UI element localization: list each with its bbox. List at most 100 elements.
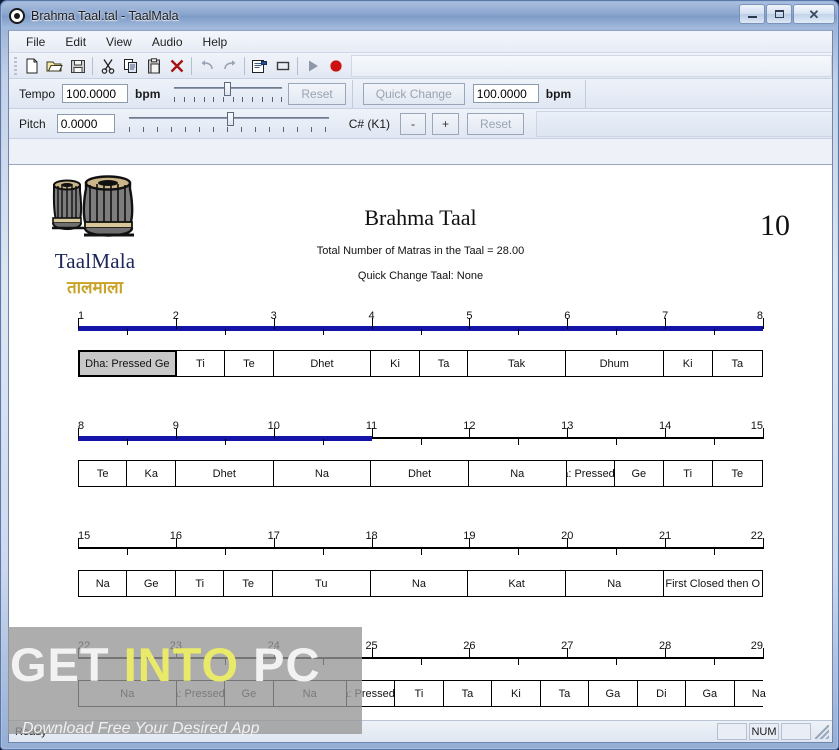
bol-cell[interactable]: Dhet (273, 351, 372, 376)
bol-cell-row: NaDha: Pressed GeGeNaDha: Pressed GeTiTa… (78, 680, 784, 707)
client-area: File Edit View Audio Help Tempo 100.0000… (8, 30, 833, 743)
matra-ruler: 15 16 17 18 19 20 21 22 (78, 530, 764, 562)
bol-cell[interactable]: Te (224, 571, 273, 596)
ruler-minor-tick (126, 329, 128, 335)
bol-cell[interactable]: Ta (443, 681, 493, 706)
bol-cell[interactable]: Na (273, 461, 372, 486)
delete-button[interactable] (165, 55, 188, 77)
bol-cell[interactable]: Ti (663, 461, 713, 486)
bol-cell[interactable]: First Closed then O (663, 571, 762, 596)
tempo-input[interactable] (62, 84, 129, 103)
bol-cell[interactable]: Na (565, 571, 664, 596)
bol-cell[interactable]: Dhet (371, 461, 469, 486)
status-pane-caps (717, 723, 747, 740)
bol-cell[interactable]: Na (79, 571, 128, 596)
undo-button[interactable] (195, 55, 218, 77)
bol-cell[interactable]: Dhum (565, 351, 664, 376)
bol-cell[interactable]: Dha: Pressed Ge (566, 461, 616, 486)
quick-change-button[interactable]: Quick Change (362, 82, 465, 105)
bol-cell[interactable]: Ta (540, 681, 590, 706)
bol-cell[interactable]: Ta (712, 351, 762, 376)
ruler-axis (78, 538, 764, 561)
status-message: Ready (15, 725, 47, 738)
pitch-decrement-button[interactable]: - (400, 112, 427, 135)
bol-cell[interactable]: Dha: Pressed Ge (346, 681, 396, 706)
bol-cell[interactable]: Ga (589, 681, 638, 706)
tempo-slider[interactable] (174, 81, 283, 107)
new-button[interactable] (20, 55, 43, 77)
bol-cell[interactable]: Dha: Pressed Ge (176, 681, 226, 706)
ruler-minor-tick (420, 659, 422, 665)
minimize-button[interactable] (739, 4, 765, 24)
bol-cell[interactable]: Ti (176, 351, 226, 376)
bol-cell[interactable]: Na (273, 681, 347, 706)
stop-button[interactable] (271, 55, 294, 77)
menu-item-file[interactable]: File (17, 33, 54, 51)
bol-cell[interactable]: Tak (468, 351, 566, 376)
bol-cell[interactable]: Ge (127, 571, 176, 596)
bol-cell-row: Na Ge Ti Te Tu Na Kat Na First Closed then O (78, 570, 763, 597)
copy-button[interactable] (119, 55, 142, 77)
menu-item-audio[interactable]: Audio (143, 33, 192, 51)
paste-button[interactable] (142, 55, 165, 77)
status-pane-num: NUM (749, 723, 779, 740)
bol-cell[interactable]: Di (637, 681, 687, 706)
redo-button[interactable] (218, 55, 241, 77)
bol-cell[interactable]: Ti (175, 571, 225, 596)
bol-cell[interactable]: Ki (492, 681, 541, 706)
bol-cell[interactable]: Ki (663, 351, 713, 376)
pitch-slider-thumb[interactable] (226, 111, 234, 126)
toolbar-grip[interactable] (14, 56, 17, 75)
pitch-increment-button[interactable]: + (432, 112, 460, 135)
ruler-major-tick (665, 648, 667, 659)
pitch-reset-button[interactable]: Reset (467, 112, 525, 135)
pitch-slider[interactable] (128, 111, 329, 137)
ruler-major-tick (371, 538, 373, 549)
save-icon (70, 59, 85, 73)
tempo-reset-button[interactable]: Reset (288, 82, 346, 105)
cut-button[interactable] (96, 55, 119, 77)
redo-icon (223, 59, 235, 69)
play-button[interactable] (301, 55, 324, 77)
bol-cell[interactable]: Ga (686, 681, 735, 706)
pitch-input[interactable] (56, 114, 115, 133)
bol-cell[interactable]: Kat (468, 571, 566, 596)
save-button[interactable] (66, 55, 89, 77)
bol-cell[interactable]: Te (79, 461, 128, 486)
bol-cell[interactable]: Ta (419, 351, 469, 376)
bol-cell[interactable]: Dhet (175, 461, 274, 486)
bol-cell[interactable]: Ge (615, 461, 664, 486)
bol-cell[interactable]: Ki (371, 351, 420, 376)
resize-grip-icon[interactable] (815, 724, 829, 739)
bol-cell[interactable]: Na (734, 681, 784, 706)
ruler-major-tick (371, 318, 373, 329)
notation-document[interactable]: TaalMala तालमाला Brahma Taal Total Numbe… (9, 164, 832, 722)
bol-cell[interactable]: Te (712, 461, 762, 486)
ruler-minor-tick (518, 549, 520, 555)
ruler-tick-label: 15 (750, 420, 763, 432)
bol-cell[interactable]: Te (225, 351, 274, 376)
properties-button[interactable] (248, 55, 271, 77)
maximize-button[interactable] (766, 4, 792, 24)
bol-cell[interactable]: Tu (272, 571, 371, 596)
record-button[interactable] (324, 55, 347, 77)
bol-cell[interactable]: Ti (395, 681, 444, 706)
menu-item-help[interactable]: Help (194, 33, 237, 51)
menu-item-edit[interactable]: Edit (56, 33, 95, 51)
bol-cell[interactable]: Na (468, 461, 567, 486)
menu-item-view[interactable]: View (97, 33, 141, 51)
open-button[interactable] (43, 55, 66, 77)
bol-cell-selected[interactable]: Dha: Pressed Ge (79, 351, 177, 376)
close-button[interactable]: ✕ (793, 4, 835, 24)
bol-cell[interactable]: Ge (225, 681, 274, 706)
new-icon (26, 58, 37, 73)
tempo-slider-thumb[interactable] (224, 81, 232, 96)
bol-cell[interactable]: Na (79, 681, 177, 706)
bol-cell[interactable]: Ka (127, 461, 176, 486)
bol-cell[interactable]: Na (370, 571, 469, 596)
quick-change-tempo-input[interactable] (472, 84, 539, 103)
tempo-unit-label: bpm (135, 86, 161, 101)
ruler-tick-label: 29 (750, 640, 763, 652)
tempo-label: Tempo (19, 86, 56, 101)
status-panes: NUM (717, 723, 832, 740)
